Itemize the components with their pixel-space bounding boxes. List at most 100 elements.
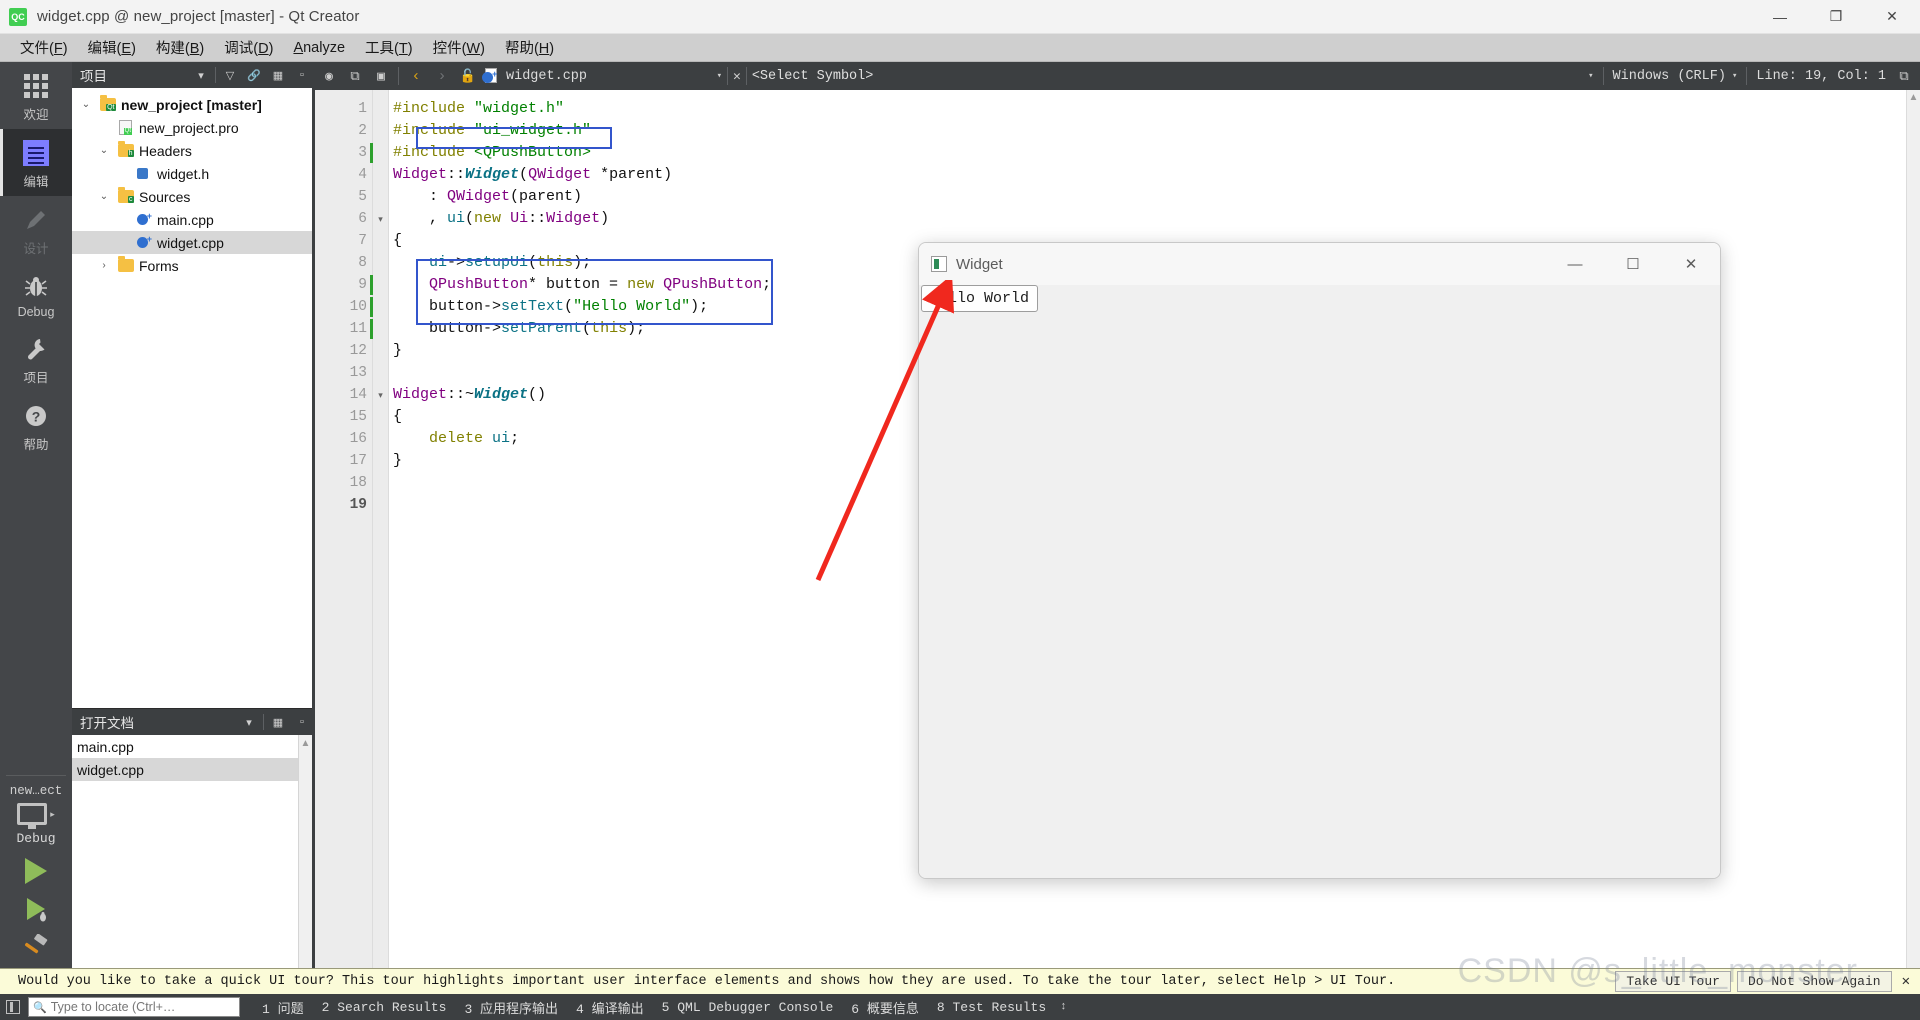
line-ending-caret-icon[interactable]: ▾ [1588,71,1593,81]
close-button[interactable]: ✕ [1864,0,1920,34]
open-file-name: widget.cpp [506,68,588,84]
fold-empty [373,340,388,362]
open-document-widget-cpp[interactable]: widget.cpp [72,758,312,781]
output-pane-button[interactable]: 8 Test Results [937,1000,1046,1015]
qt-application-window[interactable]: Widget — ☐ ✕ Hello World [918,242,1721,879]
cpp-file-icon: + [482,67,500,85]
code-token: ); [627,320,646,337]
navigate-back-button[interactable]: ‹ [404,64,428,88]
close-file-button[interactable]: ✕ [733,69,741,84]
navigate-forward-button[interactable]: › [430,64,454,88]
maximize-button[interactable]: ❐ [1808,0,1864,34]
sidebar-toggle-icon[interactable] [6,1000,20,1014]
pane-dropdown-caret-icon[interactable]: ▾ [191,64,211,86]
link-icon[interactable]: 🔗 [244,64,264,86]
run-button[interactable] [0,846,72,886]
editor-vertical-scrollbar[interactable]: ▲ [1906,90,1920,968]
menu-item-工具t[interactable]: 工具(T) [355,34,423,61]
menu-item-帮助h[interactable]: 帮助(H) [495,34,564,61]
expand-arrow-icon[interactable]: ⌄ [96,191,112,202]
minimize-button[interactable]: — [1752,0,1808,34]
split-icon[interactable]: ▦ [268,64,288,86]
output-pane-button[interactable]: 2 Search Results [322,1000,447,1015]
mode-welcome-label: 欢迎 [23,108,49,122]
code-token: ui [492,430,511,447]
fold-column[interactable]: ▾ ▾ [373,90,389,968]
qt-creator-window: QC widget.cpp @ new_project [master] - Q… [0,0,1920,1020]
output-pane-button[interactable]: 6 概要信息 [851,998,919,1017]
split-editor-right-icon[interactable]: ⧉ [1892,64,1916,88]
close-icon[interactable]: ▫ [292,64,312,86]
output-pane-button[interactable]: 1 问题 [262,998,304,1017]
fold-empty [373,274,388,296]
expand-arrow-icon[interactable]: › [96,260,112,271]
tree-item-main-cpp[interactable]: + main.cpp [72,208,312,231]
qt-minimize-button[interactable]: — [1546,243,1604,285]
fold-empty [373,98,388,120]
tree-item-new-project-master-[interactable]: ⌄ Qt new_project [master] [72,93,312,116]
scroll-up-icon[interactable]: ▲ [299,735,312,749]
target-monitor-icon [17,803,48,829]
close-split-icon[interactable]: ▣ [369,64,393,88]
debug-button[interactable] [0,886,72,922]
qt-window-titlebar: Widget — ☐ ✕ [919,243,1720,285]
qt-maximize-button[interactable]: ☐ [1604,243,1662,285]
take-ui-tour-button[interactable]: Take UI Tour [1615,971,1731,992]
mode-welcome[interactable]: 欢迎 [0,62,72,129]
file-dropdown-caret-icon[interactable]: ▾ [717,71,722,81]
window-title: widget.cpp @ new_project [master] - Qt C… [37,8,360,25]
output-pane-updown-icon[interactable]: ↕ [1060,1001,1067,1013]
mode-projects[interactable]: 项目 [0,325,72,392]
menu-item-控件w[interactable]: 控件(W) [423,34,495,61]
expand-arrow-icon[interactable]: ⌄ [96,145,112,156]
tree-item-widget-cpp[interactable]: + widget.cpp [72,231,312,254]
menu-item-构建b[interactable]: 构建(B) [146,34,214,61]
tour-close-button[interactable]: ✕ [1898,973,1914,990]
qt-close-button[interactable]: ✕ [1662,243,1720,285]
code-token: ; [510,430,520,447]
tree-item-forms[interactable]: › Forms [72,254,312,277]
tree-item-sources[interactable]: ⌄ c Sources [72,185,312,208]
mode-help[interactable]: ? 帮助 [0,392,72,459]
menu-item-调试d[interactable]: 调试(D) [214,34,283,61]
build-button[interactable] [0,922,72,962]
kit-selector[interactable]: ▸ [0,803,72,829]
tree-item-headers[interactable]: ⌄ h Headers [72,139,312,162]
output-pane-button[interactable]: 3 应用程序输出 [464,998,558,1017]
open-documents-scrollbar[interactable]: ▲ [298,735,312,968]
menu-item-文件f[interactable]: 文件(F) [10,34,78,61]
split-editor-icon[interactable]: ⧉ [343,64,367,88]
output-pane-button[interactable]: 5 QML Debugger Console [662,1000,834,1015]
editor-scroll-up-icon[interactable]: ▲ [1907,90,1920,103]
filter-icon[interactable]: ▽ [220,64,240,86]
tree-item-new-project-pro[interactable]: Qt new_project.pro [72,116,312,139]
code-token: setParent [501,320,583,337]
opendocs-dropdown-caret-icon[interactable]: ▾ [239,711,259,733]
mode-edit[interactable]: 编辑 [0,129,72,196]
menu-item-编辑e[interactable]: 编辑(E) [78,34,146,61]
mode-debug[interactable]: Debug [0,263,72,325]
project-pane-title: 项目 [80,69,107,84]
output-pane-button[interactable]: 4 编译输出 [576,998,644,1017]
opendocs-close-icon[interactable]: ▫ [292,711,312,733]
open-file-combo[interactable]: + widget.cpp ▾ [482,67,722,85]
expand-arrow-icon[interactable]: ⌄ [78,99,94,110]
hello-world-button[interactable]: Hello World [921,285,1039,312]
line-number: 7 [358,233,367,249]
do-not-show-again-button[interactable]: Do Not Show Again [1736,971,1892,992]
open-document-main-cpp[interactable]: main.cpp [72,735,312,758]
symbol-selector[interactable]: <Select Symbol> [752,69,874,84]
menu-item-analyze[interactable]: Analyze [283,37,355,59]
line-number: 8 [358,255,367,271]
tree-item-widget-h[interactable]: widget.h [72,162,312,185]
fold-toggle-icon[interactable]: ▾ [373,384,388,406]
lock-icon[interactable]: 🔓 [456,64,480,88]
grid-icon [21,71,51,101]
encoding-caret-icon[interactable]: ▾ [1732,71,1737,81]
bookmark-icon[interactable]: ◉ [317,64,341,88]
search-input[interactable]: 🔍 Type to locate (Ctrl+… [28,997,240,1017]
mode-design[interactable]: 设计 [0,196,72,263]
opendocs-split-icon[interactable]: ▦ [268,711,288,733]
line-ending-label[interactable]: Windows (CRLF) [1613,69,1726,84]
fold-toggle-icon[interactable]: ▾ [373,208,388,230]
